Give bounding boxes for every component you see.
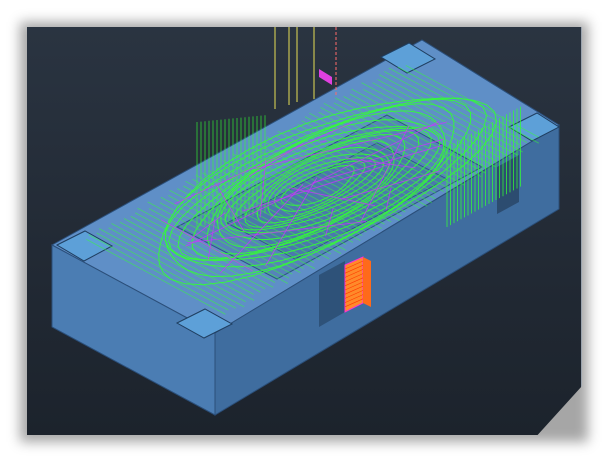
tool-axis-lines [274, 27, 315, 109]
entry-marker [319, 69, 332, 85]
orange-marker [344, 256, 371, 313]
viewport-canvas[interactable] [27, 27, 581, 435]
screenshot-frame [0, 0, 607, 463]
cad-3d-viewport[interactable] [27, 27, 582, 435]
